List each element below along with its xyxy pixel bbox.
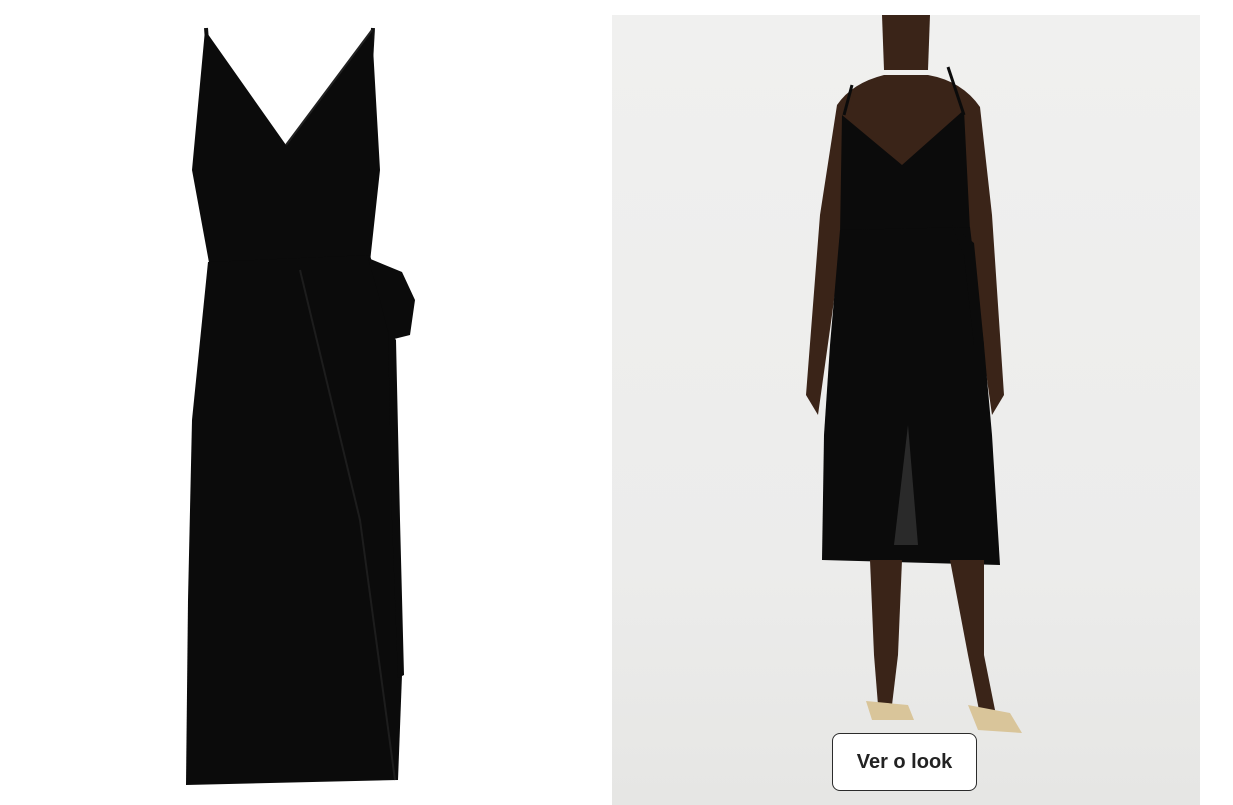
- view-look-button[interactable]: Ver o look: [832, 733, 977, 791]
- model-leg-left: [870, 560, 902, 705]
- dress-bodice: [192, 30, 380, 268]
- model-neck: [882, 15, 930, 70]
- model-sandal-left: [866, 701, 914, 720]
- dress-flat-image: [186, 27, 415, 785]
- product-gallery: Ver o look: [0, 0, 1233, 805]
- product-image-dress[interactable]: [0, 0, 590, 805]
- model-image-panel[interactable]: [612, 15, 1200, 805]
- model-sandal-right: [968, 705, 1022, 733]
- dress-skirt: [186, 255, 402, 785]
- model-wearing-dress-image: [806, 15, 1022, 733]
- model-leg-right: [950, 560, 996, 715]
